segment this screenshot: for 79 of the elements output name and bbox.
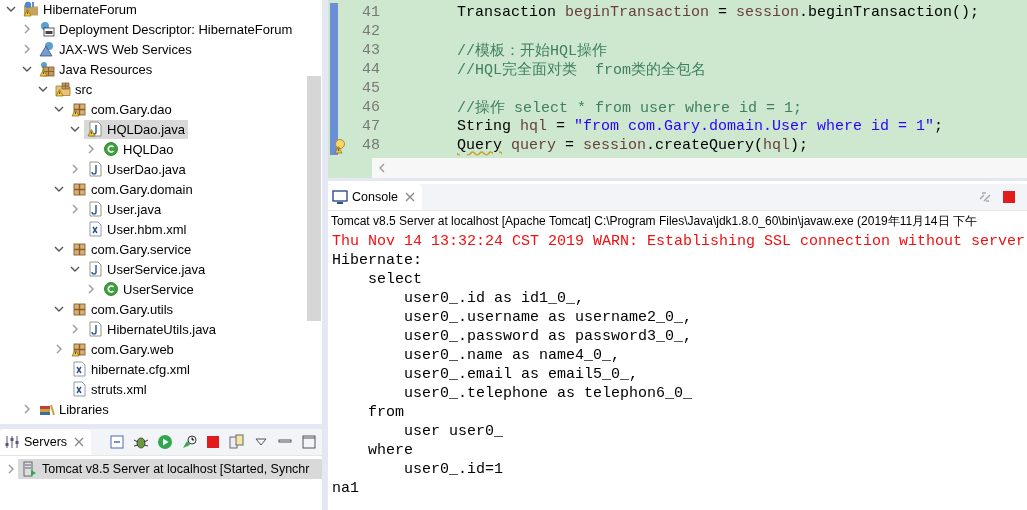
servers-tab[interactable]: Servers: [0, 429, 92, 455]
class-icon: [103, 141, 119, 157]
tree-item[interactable]: Java Resources: [36, 59, 156, 79]
console-line: Hibernate:: [332, 251, 423, 270]
globe-icon: [39, 41, 55, 57]
stop-icon[interactable]: [1001, 189, 1017, 205]
line-number: 45: [362, 80, 380, 97]
package-icon: [71, 241, 87, 257]
line-number: 43: [362, 42, 380, 59]
tree-item[interactable]: HQLDao: [100, 139, 177, 159]
tree-item[interactable]: src: [52, 79, 96, 99]
console-tab[interactable]: Console: [328, 184, 422, 210]
descriptor-icon: [39, 21, 55, 37]
console-line: from: [367, 403, 405, 422]
line-number: 42: [362, 23, 380, 40]
collapse-icon[interactable]: [109, 434, 126, 450]
tree-item[interactable]: JAX-WS Web Services: [36, 39, 195, 59]
console-line: user0_.password as password3_0_,: [403, 327, 694, 346]
maximize-icon[interactable]: [301, 434, 318, 450]
package-icon: [71, 301, 87, 317]
servers-icon: [4, 434, 20, 450]
tree-item[interactable]: UserDao.java: [84, 159, 189, 179]
tree-item[interactable]: User.java: [84, 199, 165, 219]
line-number: 48: [362, 137, 380, 154]
scrollbar[interactable]: [372, 158, 1027, 178]
tree-item[interactable]: HibernateForum: [20, 0, 140, 19]
tree-item[interactable]: Deployment Descriptor: HibernateForum: [36, 19, 296, 39]
monitor-icon: [332, 189, 348, 205]
publish-icon[interactable]: [229, 434, 246, 450]
package-icon: [71, 181, 87, 197]
code-line: //HQL完全面对类 from类的全包名: [456, 60, 707, 79]
tree-item[interactable]: struts.xml: [68, 379, 150, 399]
scroll-left-icon[interactable]: [378, 163, 386, 173]
console-line: select: [367, 270, 423, 289]
line-number: 47: [362, 118, 380, 135]
tree-item[interactable]: com.Gary.web: [68, 339, 177, 359]
java-file-icon: [87, 201, 103, 217]
line-number: 44: [362, 61, 380, 78]
console-header: Tomcat v8.5 Server at localhost [Apache Tomcat] C:\Program Files\Java\jdk1.8.0_60\bin\javaw.exe (2019年11月14日 下午: [330, 213, 978, 230]
console-line: user0_.id as id1_0_,: [403, 289, 586, 308]
console-line: user0_.email as email5_0_,: [403, 365, 640, 384]
play-icon[interactable]: [157, 434, 174, 450]
tree-item[interactable]: UserService.java: [84, 259, 209, 279]
server-item[interactable]: Tomcat v8.5 Server at localhost [Started, Synchr: [18, 459, 322, 479]
code-line: String hql = "from com.Gary.domain.User where id = 1";: [456, 118, 944, 135]
console-line: user0_.id=1: [403, 460, 505, 479]
console-line: user user0_: [403, 422, 505, 441]
code-line: //模板：开始HQL操作: [456, 41, 607, 60]
console-line: where: [367, 441, 414, 460]
tree-item[interactable]: com.Gary.dao: [68, 99, 175, 119]
line-number: 41: [362, 4, 380, 21]
code-line: Query query = session.createQuery(hql);: [456, 137, 809, 154]
bug-icon[interactable]: [133, 434, 150, 450]
class-icon: [103, 281, 119, 297]
console-line: Thu Nov 14 13:32:24 CST 2019 WARN: Establishing SSL connection without server: [332, 232, 1027, 251]
tree-item[interactable]: com.Gary.service: [68, 239, 195, 259]
code-line: //操作 select * from user where id = 1;: [456, 99, 803, 117]
console-line: user0_.telephone as telephon6_0_: [403, 384, 694, 403]
line-number: 46: [362, 99, 380, 116]
tree-item[interactable]: User.hbm.xml: [84, 219, 190, 239]
xml-file-icon: [71, 381, 87, 397]
server-icon: [22, 461, 38, 477]
console-line: user0_.name as name4_0_,: [403, 346, 622, 365]
java-file-icon: [87, 161, 103, 177]
xml-file-icon: [71, 361, 87, 377]
tree-item[interactable]: hibernate.cfg.xml: [68, 359, 193, 379]
tree-item[interactable]: com.Gary.domain: [68, 179, 196, 199]
tree-item[interactable]: HibernateUtils.java: [84, 319, 220, 339]
java-file-icon: [87, 261, 103, 277]
code-line: Transaction beginTransaction = session.beginTransaction();: [456, 4, 980, 21]
console-line: na1: [332, 479, 360, 498]
tree-item[interactable]: com.Gary.utils: [68, 299, 177, 319]
console-line: user0_.username as username2_0_,: [403, 308, 694, 327]
tree-item[interactable]: UserService: [100, 279, 197, 299]
tree-item[interactable]: HQLDao.java: [84, 119, 189, 139]
stop-icon[interactable]: [205, 434, 222, 450]
tree-item[interactable]: Libraries: [36, 399, 112, 419]
xml-file-icon: [87, 221, 103, 237]
java-file-icon: [87, 321, 103, 337]
